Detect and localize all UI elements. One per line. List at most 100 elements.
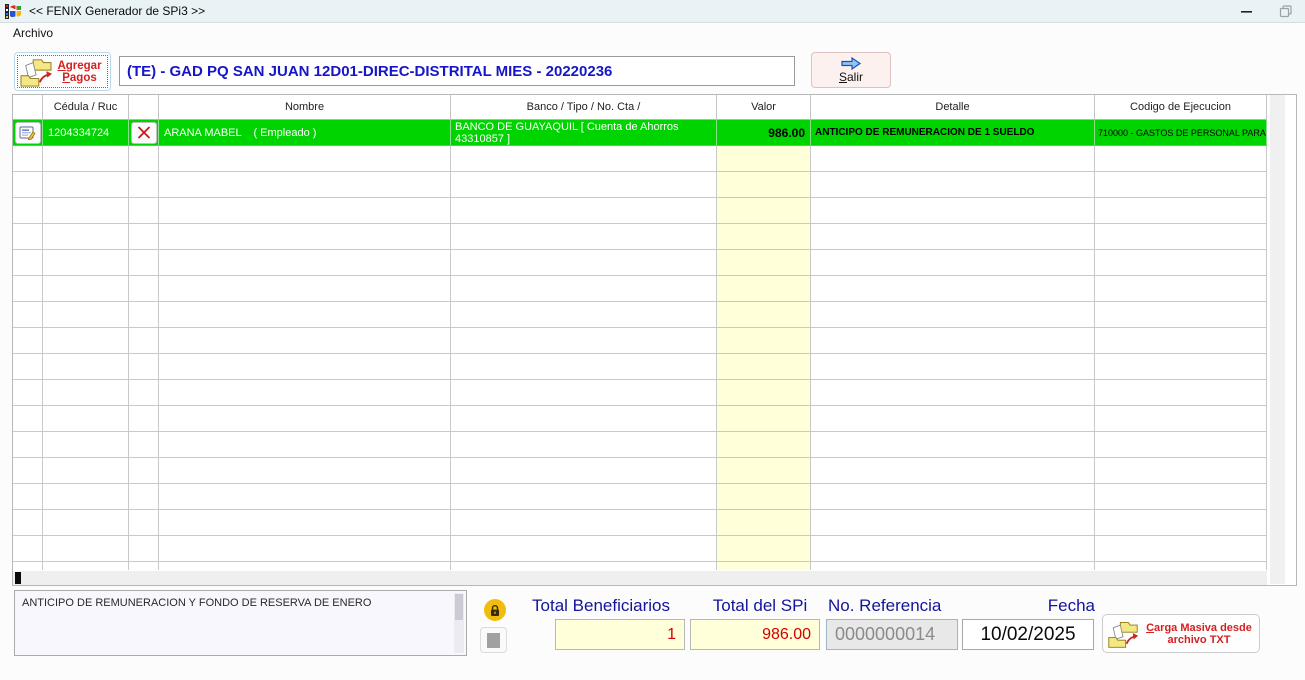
empty-grid-row[interactable] [13, 276, 1267, 302]
empty-grid-cell [451, 458, 717, 484]
empty-grid-cell [717, 146, 811, 172]
empty-grid-cell [451, 250, 717, 276]
empty-grid-cell [159, 172, 451, 198]
empty-grid-row[interactable] [13, 562, 1267, 570]
header-cedula[interactable]: Cédula / Ruc [43, 95, 129, 120]
empty-grid-cell [129, 354, 159, 380]
app-window-icon [5, 3, 21, 19]
empty-grid-cell [1095, 198, 1267, 224]
empty-grid-cell [811, 276, 1095, 302]
empty-grid-row[interactable] [13, 224, 1267, 250]
empty-grid-cell [129, 224, 159, 250]
empty-grid-cell [159, 510, 451, 536]
lock-badge [484, 599, 506, 621]
cell-detalle: ANTICIPO DE REMUNERACION DE 1 SUELDO [811, 120, 1095, 146]
menu-archivo[interactable]: Archivo [9, 25, 57, 41]
gray-square-button[interactable] [480, 627, 507, 653]
header-valor[interactable]: Valor [717, 95, 811, 120]
header-nombre[interactable]: Nombre [159, 95, 451, 120]
empty-grid-cell [811, 224, 1095, 250]
empty-grid-cell [717, 510, 811, 536]
empty-grid-cell [1095, 406, 1267, 432]
entity-name-field[interactable]: (TE) - GAD PQ SAN JUAN 12D01-DIREC-DISTR… [119, 56, 795, 86]
edit-row-button[interactable] [14, 121, 41, 144]
empty-grid-cell [451, 484, 717, 510]
grid-body: 1204334724 ARANA MABEL ( Empleado ) BANC… [13, 120, 1267, 570]
empty-grid-cell [451, 146, 717, 172]
empty-grid-cell [129, 172, 159, 198]
textarea-scrollbar[interactable] [454, 593, 464, 653]
detalle-text: ANTICIPO DE REMUNERACION Y FONDO DE RESE… [22, 597, 372, 609]
empty-grid-row[interactable] [13, 458, 1267, 484]
horizontal-scrollbar-thumb[interactable] [15, 572, 21, 584]
fecha-field[interactable]: 10/02/2025 [962, 619, 1094, 650]
empty-grid-row[interactable] [13, 328, 1267, 354]
empty-grid-row[interactable] [13, 406, 1267, 432]
delete-row-button[interactable] [130, 121, 157, 144]
grid-vertical-scrollbar[interactable] [1270, 95, 1285, 584]
fecha-value: 10/02/2025 [980, 623, 1076, 645]
salir-label: Salir [838, 70, 864, 84]
total-spi-label: Total del SPi [712, 596, 808, 615]
empty-grid-row[interactable] [13, 250, 1267, 276]
empty-grid-cell [159, 380, 451, 406]
empty-grid-row[interactable] [13, 172, 1267, 198]
entity-name-value: (TE) - GAD PQ SAN JUAN 12D01-DIREC-DISTR… [127, 62, 613, 80]
empty-grid-cell [717, 276, 811, 302]
empty-grid-cell [13, 406, 43, 432]
restore-button[interactable] [1269, 0, 1303, 22]
empty-grid-cell [159, 562, 451, 570]
empty-grid-cell [717, 406, 811, 432]
empty-grid-row[interactable] [13, 146, 1267, 172]
empty-grid-cell [1095, 510, 1267, 536]
empty-grid-row[interactable] [13, 510, 1267, 536]
empty-grid-cell [13, 276, 43, 302]
empty-grid-cell [811, 380, 1095, 406]
empty-grid-cell [1095, 146, 1267, 172]
empty-grid-row[interactable] [13, 484, 1267, 510]
empty-grid-cell [717, 224, 811, 250]
empty-grid-row[interactable] [13, 302, 1267, 328]
carga-masiva-button[interactable]: Carga Masiva desde archivo TXT [1102, 614, 1260, 653]
empty-grid-row[interactable] [13, 380, 1267, 406]
empty-grid-cell [13, 432, 43, 458]
agregar-pagos-button[interactable]: Agregar Pagos [14, 52, 111, 91]
total-beneficiarios-value: 1 [667, 625, 676, 643]
empty-grid-cell [43, 276, 129, 302]
textarea-scrollbar-thumb[interactable] [455, 594, 463, 620]
empty-grid-row[interactable] [13, 432, 1267, 458]
minimize-icon [1240, 10, 1252, 13]
salir-button[interactable]: Salir [811, 52, 891, 88]
empty-grid-cell [1095, 328, 1267, 354]
title-bar: << FENIX Generador de SPi3 >> [0, 0, 1305, 23]
empty-grid-cell [159, 432, 451, 458]
header-codigo[interactable]: Codigo de Ejecucion [1095, 95, 1267, 120]
grid-horizontal-scrollbar[interactable] [13, 571, 1267, 585]
folders-icon [20, 58, 52, 87]
empty-grid-row[interactable] [13, 536, 1267, 562]
minimize-button[interactable] [1229, 0, 1263, 22]
empty-grid-cell [811, 510, 1095, 536]
empty-grid-cell [717, 458, 811, 484]
empty-grid-cell [451, 536, 717, 562]
fecha-label: Fecha [1047, 596, 1095, 615]
row-delete-cell [129, 120, 159, 146]
empty-grid-cell [43, 328, 129, 354]
empty-grid-row[interactable] [13, 354, 1267, 380]
empty-grid-cell [1095, 224, 1267, 250]
empty-grid-cell [811, 432, 1095, 458]
detalle-textarea[interactable]: ANTICIPO DE REMUNERACION Y FONDO DE RESE… [14, 590, 467, 656]
empty-grid-cell [811, 562, 1095, 570]
empty-grid-cell [13, 250, 43, 276]
empty-grid-row[interactable] [13, 198, 1267, 224]
header-detalle[interactable]: Detalle [811, 95, 1095, 120]
empty-grid-cell [159, 536, 451, 562]
empty-grid-cell [811, 302, 1095, 328]
empty-grid-cell [717, 172, 811, 198]
empty-grid-cell [43, 172, 129, 198]
empty-grid-cell [811, 484, 1095, 510]
empty-grid-cell [43, 224, 129, 250]
payment-row[interactable]: 1204334724 ARANA MABEL ( Empleado ) BANC… [13, 120, 1267, 146]
header-row-selector [13, 95, 43, 120]
header-banco[interactable]: Banco / Tipo / No. Cta / [451, 95, 717, 120]
